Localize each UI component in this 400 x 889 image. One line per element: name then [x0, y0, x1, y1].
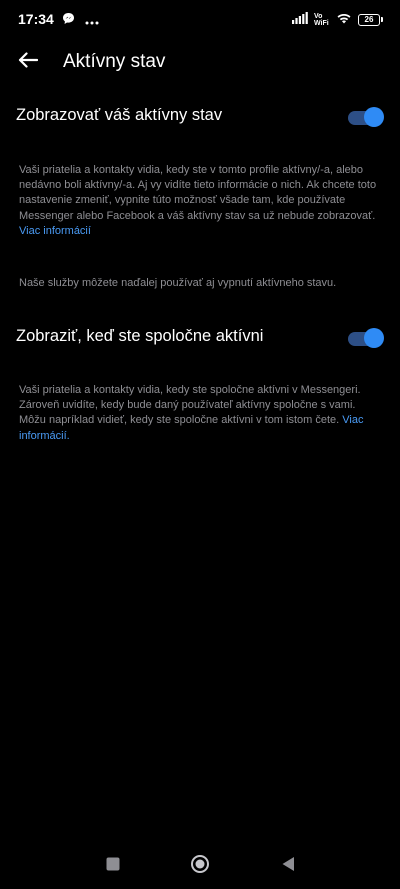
- setting-label: Zobrazovať váš aktívny stav: [16, 106, 223, 124]
- toggle-thumb: [364, 107, 384, 127]
- nav-back-button[interactable]: [275, 853, 301, 879]
- signal-icon: [292, 11, 308, 29]
- setting-row-active-together[interactable]: Zobraziť, keď ste spoločne aktívni: [0, 318, 400, 358]
- vowifi-label: Vo WiFi: [314, 13, 329, 27]
- home-button[interactable]: [187, 853, 213, 879]
- wifi-icon: [336, 11, 352, 29]
- circle-icon: [190, 854, 210, 879]
- description-text: Vaši priatelia a kontakty vidia, kedy st…: [19, 384, 361, 427]
- active-status-description: Vaši priatelia a kontakty vidia, kedy st…: [19, 163, 383, 239]
- active-together-description: Vaši priatelia a kontakty vidia, kedy st…: [19, 383, 383, 444]
- status-bar: 17:34 Vo WiFi 26: [0, 0, 400, 40]
- setting-label: Zobraziť, keď ste spoločne aktívni: [16, 327, 264, 345]
- app-bar: Aktívny stav: [0, 40, 400, 84]
- description-text: Vaši priatelia a kontakty vidia, kedy st…: [19, 164, 377, 222]
- status-notification-icons: [62, 12, 99, 30]
- status-right-icons: Vo WiFi 26: [292, 11, 383, 29]
- battery-indicator: 26: [358, 14, 383, 26]
- page-title: Aktívny stav: [63, 51, 166, 72]
- setting-row-active-status[interactable]: Zobrazovať váš aktívny stav: [0, 97, 400, 137]
- active-together-toggle[interactable]: [348, 328, 384, 348]
- toggle-thumb: [364, 328, 384, 348]
- square-icon: [106, 857, 120, 876]
- status-time: 17:34: [18, 11, 54, 27]
- active-status-note: Naše služby môžete naďalej používať aj v…: [19, 276, 383, 291]
- more-dots-icon: [85, 12, 99, 30]
- recents-button[interactable]: [100, 853, 126, 879]
- back-button[interactable]: [12, 46, 44, 78]
- triangle-back-icon: [281, 856, 295, 877]
- note-text: Naše služby môžete naďalej používať aj v…: [19, 277, 337, 289]
- active-status-toggle[interactable]: [348, 107, 384, 127]
- system-nav-bar: [0, 843, 400, 889]
- more-info-link[interactable]: Viac informácií: [19, 225, 91, 237]
- arrow-left-icon: [18, 51, 39, 73]
- chat-bubble-icon: [62, 12, 75, 30]
